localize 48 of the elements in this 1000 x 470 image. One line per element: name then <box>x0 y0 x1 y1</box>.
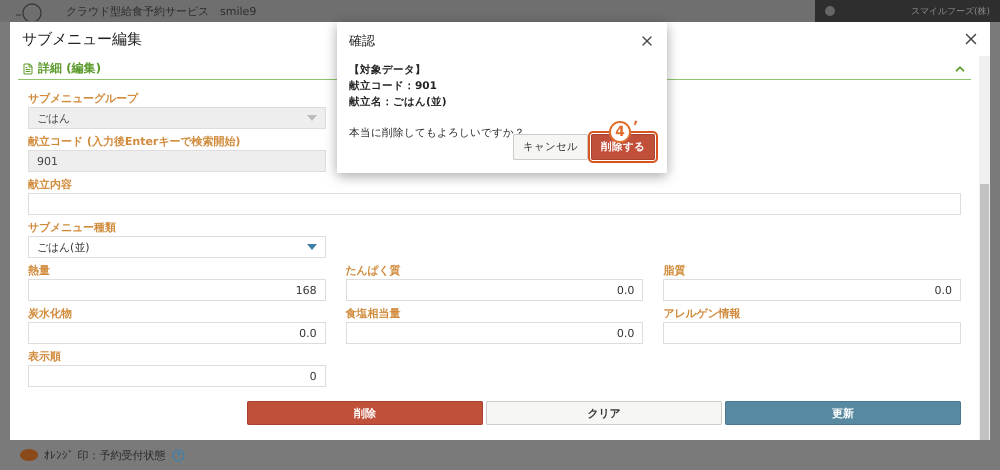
field-label: 献立内容 <box>28 177 73 193</box>
input-field[interactable]: 0.0 <box>28 322 326 344</box>
dropdown-arrow-icon <box>306 244 317 250</box>
legend-text: ｵﾚﾝｼﾞ 印：予約受付状態 <box>44 448 166 462</box>
input-field[interactable]: 0 <box>28 365 326 387</box>
input-field[interactable]: 0.0 <box>346 322 644 344</box>
cancel-button[interactable]: キャンセル <box>513 134 588 160</box>
field-label: 脂質 <box>663 263 686 279</box>
confirm-title: 確認 <box>349 33 375 50</box>
document-icon <box>22 62 34 74</box>
clear-button[interactable]: クリア <box>486 401 722 425</box>
scrollbar[interactable] <box>979 56 990 440</box>
field-value: 168 <box>296 284 317 296</box>
field-value: ごはん(並) <box>37 240 90 254</box>
dialog-title: サブメニュー編集 <box>22 30 142 48</box>
input-field[interactable]: 168 <box>28 279 326 301</box>
field-label: サブメニュー種類 <box>28 220 117 236</box>
field-label: 食塩相当量 <box>346 306 402 322</box>
field-label: アレルゲン情報 <box>663 306 742 322</box>
field-value: 0.0 <box>299 326 317 340</box>
field-value: 0.0 <box>934 284 952 296</box>
input-field[interactable]: 0.0 <box>663 279 961 301</box>
target-data-line: 献立名：ごはん(並) <box>349 94 448 110</box>
input-field[interactable]: 0.0 <box>346 279 644 301</box>
field-value: 0.0 <box>616 284 634 296</box>
field-label: 炭水化物 <box>28 306 73 322</box>
field-value: 901 <box>37 154 58 168</box>
field-label: たんぱく質 <box>346 263 402 279</box>
target-data-line: 【対象データ】 <box>349 62 427 78</box>
avatar-icon <box>825 6 835 16</box>
target-data-line: 献立コード：901 <box>349 78 438 94</box>
dropdown-arrow-icon <box>306 115 317 121</box>
legend-badge-icon <box>20 449 38 461</box>
field-label: サブメニューグループ <box>28 91 140 107</box>
field-label: 熱量 <box>28 263 51 279</box>
field-value: 0.0 <box>616 326 634 340</box>
update-button[interactable]: 更新 <box>725 401 961 425</box>
field-label: 献立コード (入力後Enterキーで検索開始) <box>28 134 242 150</box>
user-name: スマイルフーズ(株) <box>910 6 990 18</box>
delete-button[interactable]: 削除 <box>247 401 483 425</box>
help-icon[interactable] <box>172 448 184 462</box>
field-value: 0 <box>310 370 317 382</box>
field-value: ごはん <box>37 110 70 126</box>
section-title: 詳細 (編集) <box>38 60 102 77</box>
field-label: 表示順 <box>28 349 62 365</box>
step-mark: ’ <box>633 121 638 133</box>
service-name: クラウド型給食予約サービス smile9 <box>66 4 258 18</box>
select-field[interactable]: ごはん(並) <box>28 236 326 258</box>
